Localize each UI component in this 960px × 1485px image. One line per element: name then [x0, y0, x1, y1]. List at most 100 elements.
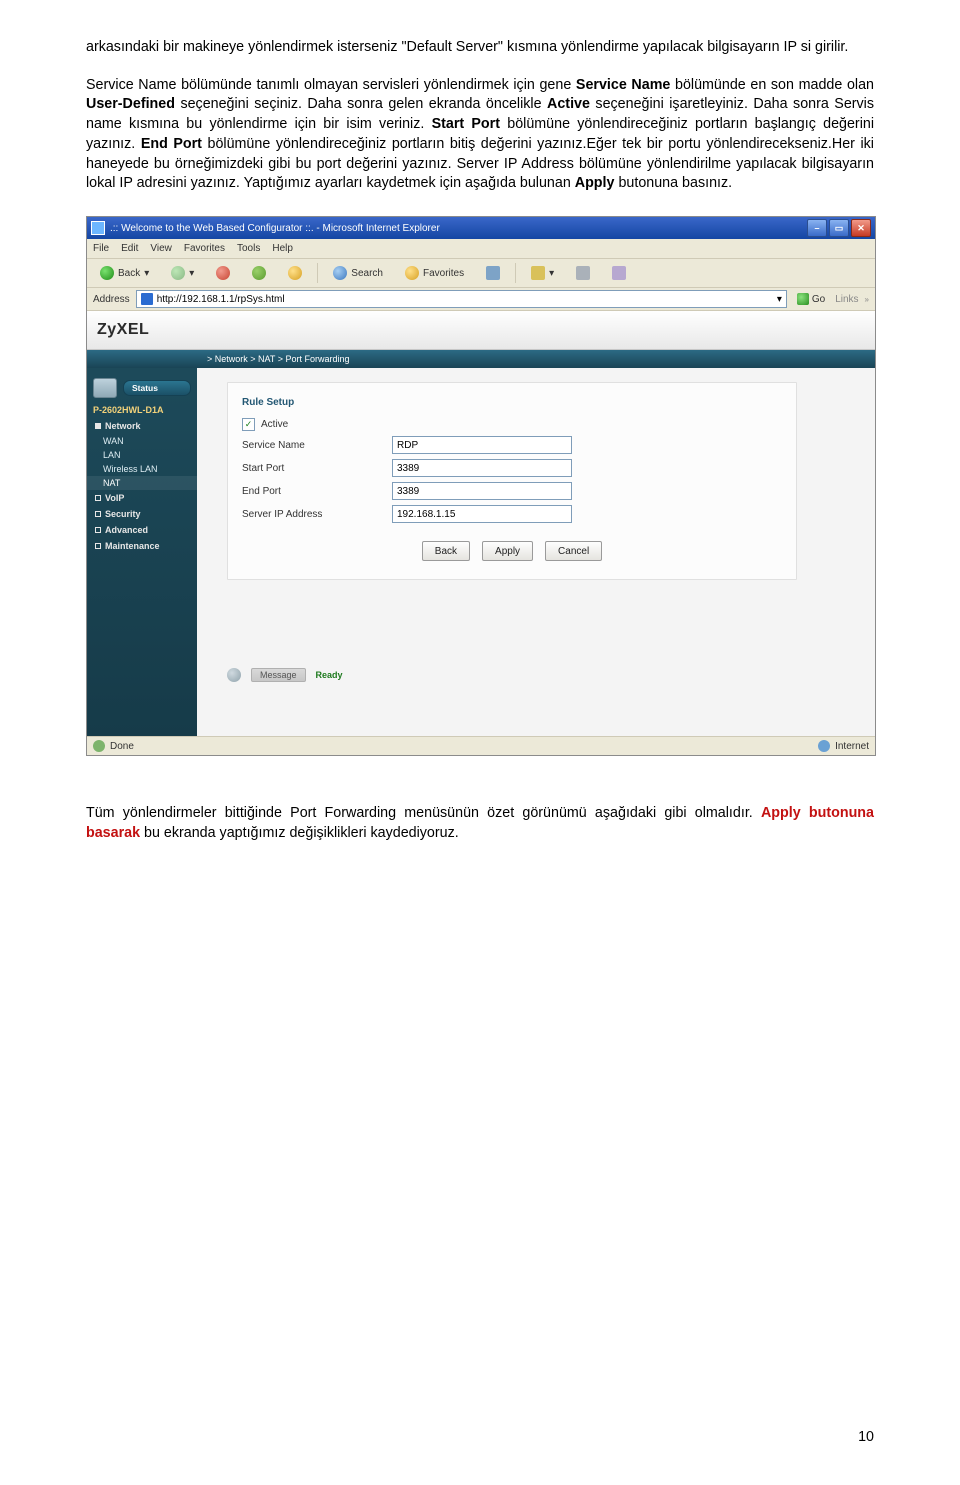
p2-b4: Start Port	[432, 116, 500, 132]
router-app: ZyXEL > Network > NAT > Port Forwarding …	[87, 311, 875, 736]
menu-tools[interactable]: Tools	[237, 243, 260, 254]
toolbar-forward-button[interactable]: ▾	[164, 262, 201, 284]
plus-icon	[95, 511, 101, 517]
message-bar: Message Ready	[227, 666, 855, 684]
window-minimize-button[interactable]: –	[807, 219, 827, 237]
message-label: Message	[251, 668, 306, 682]
toolbar-print-button[interactable]	[569, 262, 597, 284]
go-button[interactable]: Go	[793, 293, 829, 305]
end-port-row: End Port 3389	[242, 482, 782, 500]
doc-paragraph-3: Tüm yönlendirmeler bittiğinde Port Forwa…	[86, 804, 874, 843]
p2-b3: Active	[547, 96, 590, 112]
start-port-label: Start Port	[242, 463, 392, 474]
window-maximize-button[interactable]: ▭	[829, 219, 849, 237]
start-port-input[interactable]: 3389	[392, 459, 572, 477]
toolbar-media-button[interactable]	[479, 262, 507, 284]
address-input[interactable]: http://192.168.1.1/rpSys.html ▾	[136, 290, 787, 308]
cancel-button[interactable]: Cancel	[545, 541, 602, 561]
toolbar-separator	[515, 263, 516, 283]
status-label: Status	[132, 383, 158, 393]
end-port-input[interactable]: 3389	[392, 482, 572, 500]
p2-s3: seçeneğini seçiniz. Daha sonra gelen ekr…	[175, 96, 547, 112]
sidebar-item-label: NAT	[103, 478, 120, 488]
p2-s2: bölümünde en son madde olan	[670, 77, 874, 93]
input-value: RDP	[397, 440, 418, 451]
window-titlebar: .:: Welcome to the Web Based Configurato…	[87, 217, 875, 239]
menu-file[interactable]: File	[93, 243, 109, 254]
sidebar: Status P-2602HWL-D1A Network WAN LAN Wir…	[87, 368, 197, 736]
breadcrumb-text: > Network > NAT > Port Forwarding	[207, 354, 349, 364]
stop-icon	[216, 266, 230, 280]
links-chevron-icon: »	[865, 295, 869, 304]
button-row: Back Apply Cancel	[242, 541, 782, 561]
toolbar-search-button[interactable]: Search	[326, 262, 390, 284]
active-checkbox[interactable]: ✓	[242, 418, 255, 431]
media-icon	[486, 266, 500, 280]
para1-text: arkasındaki bir makineye yönlendirmek is…	[86, 38, 874, 58]
edit-icon	[612, 266, 626, 280]
menu-edit[interactable]: Edit	[121, 243, 138, 254]
panel-title: Rule Setup	[242, 397, 782, 408]
toolbar-mail-button[interactable]: ▾	[524, 262, 561, 284]
service-name-input[interactable]: RDP	[392, 436, 572, 454]
server-ip-row: Server IP Address 192.168.1.15	[242, 505, 782, 523]
sidebar-item-nat[interactable]: NAT	[87, 476, 197, 490]
toolbar-search-label: Search	[351, 268, 383, 279]
sidebar-item-label: Security	[105, 509, 141, 519]
done-icon	[93, 740, 105, 752]
address-url-text: http://192.168.1.1/rpSys.html	[157, 294, 285, 305]
p3-post: bu ekranda yaptığımız değişiklikleri kay…	[140, 825, 459, 841]
menu-view[interactable]: View	[150, 243, 172, 254]
sidebar-item-network[interactable]: Network	[87, 418, 197, 434]
back-icon	[100, 266, 114, 280]
ie-toolbar: Back ▾ ▾ Search Favorites ▾	[87, 259, 875, 288]
sidebar-item-security[interactable]: Security	[87, 506, 197, 522]
go-icon	[797, 293, 809, 305]
page-number: 10	[858, 1429, 874, 1445]
input-value: 3389	[397, 463, 419, 474]
menu-favorites[interactable]: Favorites	[184, 243, 225, 254]
toolbar-home-button[interactable]	[281, 262, 309, 284]
toolbar-favorites-button[interactable]: Favorites	[398, 262, 471, 284]
refresh-icon	[252, 266, 266, 280]
service-name-row: Service Name RDP	[242, 436, 782, 454]
toolbar-stop-button[interactable]	[209, 262, 237, 284]
active-row: ✓ Active	[242, 418, 782, 431]
forward-icon	[171, 266, 185, 280]
p2-s1: Service Name bölümünde tanımlı olmayan s…	[86, 77, 576, 93]
zyxel-logo: ZyXEL	[97, 321, 149, 339]
chevron-down-icon: ▾	[189, 268, 194, 279]
ie-addressbar: Address http://192.168.1.1/rpSys.html ▾ …	[87, 288, 875, 311]
menu-help[interactable]: Help	[272, 243, 293, 254]
input-value: 192.168.1.15	[397, 509, 455, 520]
window-close-button[interactable]: ✕	[851, 219, 871, 237]
sidebar-item-label: Advanced	[105, 525, 148, 535]
toolbar-edit-button[interactable]	[605, 262, 633, 284]
server-ip-input[interactable]: 192.168.1.15	[392, 505, 572, 523]
sidebar-item-wan[interactable]: WAN	[87, 434, 197, 448]
search-icon	[333, 266, 347, 280]
toolbar-favorites-label: Favorites	[423, 268, 464, 279]
toolbar-back-button[interactable]: Back ▾	[93, 262, 156, 284]
sidebar-item-voip[interactable]: VoIP	[87, 490, 197, 506]
sidebar-item-maintenance[interactable]: Maintenance	[87, 538, 197, 554]
page-icon	[141, 293, 153, 305]
screenshot-ie-window: .:: Welcome to the Web Based Configurato…	[86, 216, 876, 756]
plus-icon	[95, 543, 101, 549]
links-label[interactable]: Links	[835, 294, 858, 305]
sidebar-item-lan[interactable]: LAN	[87, 448, 197, 462]
apply-button[interactable]: Apply	[482, 541, 533, 561]
sidebar-model-label: P-2602HWL-D1A	[87, 402, 197, 418]
active-label: Active	[261, 419, 288, 430]
back-button[interactable]: Back	[422, 541, 470, 561]
sidebar-item-label: Wireless LAN	[103, 464, 158, 474]
sidebar-item-label: LAN	[103, 450, 121, 460]
sidebar-item-advanced[interactable]: Advanced	[87, 522, 197, 538]
internet-zone-icon	[818, 740, 830, 752]
toolbar-refresh-button[interactable]	[245, 262, 273, 284]
sidebar-item-wireless-lan[interactable]: Wireless LAN	[87, 462, 197, 476]
doc-paragraph-2: Service Name bölümünde tanımlı olmayan s…	[86, 76, 874, 194]
sidebar-status-button[interactable]: Status	[93, 378, 191, 398]
chevron-down-icon[interactable]: ▾	[777, 294, 782, 305]
rule-setup-panel: Rule Setup ✓ Active Service Name RDP Sta…	[227, 382, 797, 580]
